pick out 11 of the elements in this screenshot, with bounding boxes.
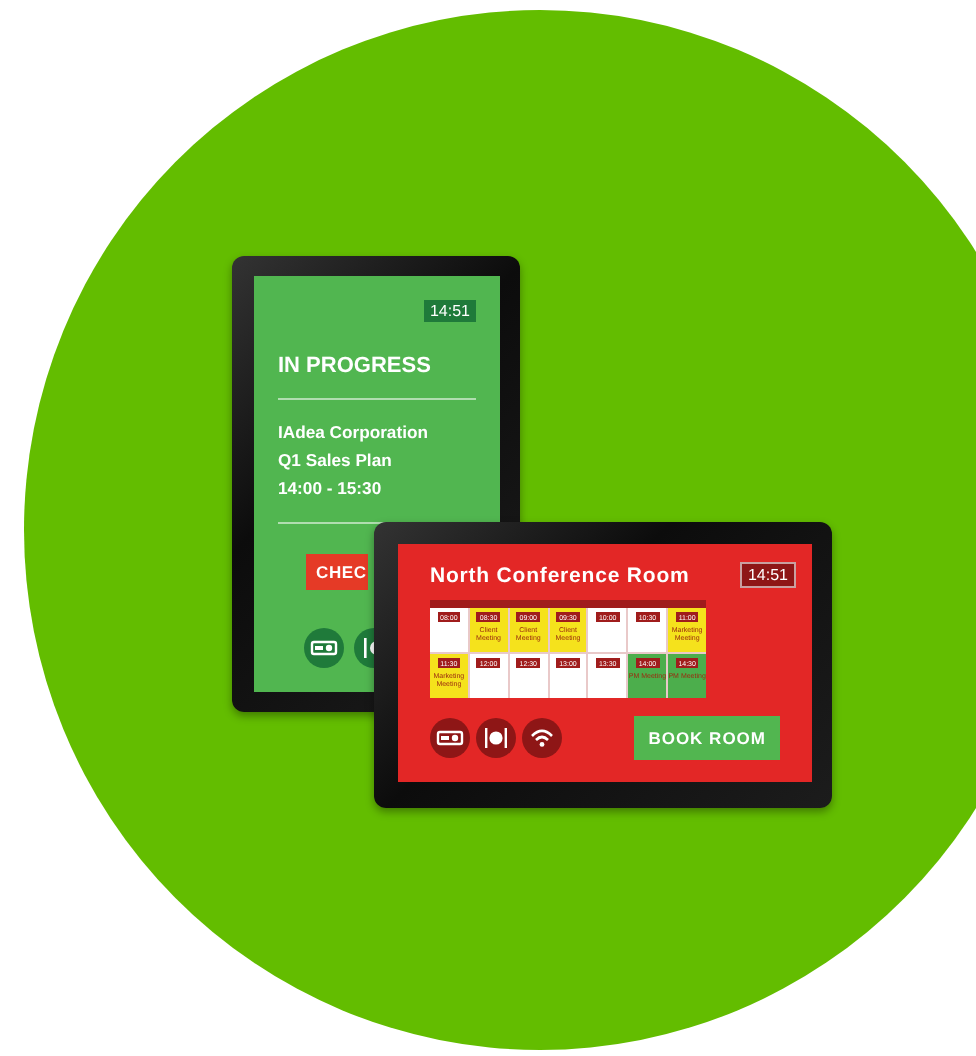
organizer-text: IAdea Corporation [278, 420, 430, 446]
meeting-title: Q1 Sales Plan [278, 448, 394, 474]
projector-icon [430, 718, 470, 758]
status-title: IN PROGRESS [278, 354, 433, 378]
check-in-button[interactable]: CHEC [306, 554, 369, 590]
time-range: 14:00 - 15:30 [278, 476, 384, 502]
wifi-icon [522, 718, 562, 758]
projector-icon [304, 628, 344, 668]
clock-badge: 14:51 [739, 562, 796, 588]
clock-badge: 14:51 [423, 300, 476, 322]
room-title: North Conference Room [430, 563, 690, 587]
